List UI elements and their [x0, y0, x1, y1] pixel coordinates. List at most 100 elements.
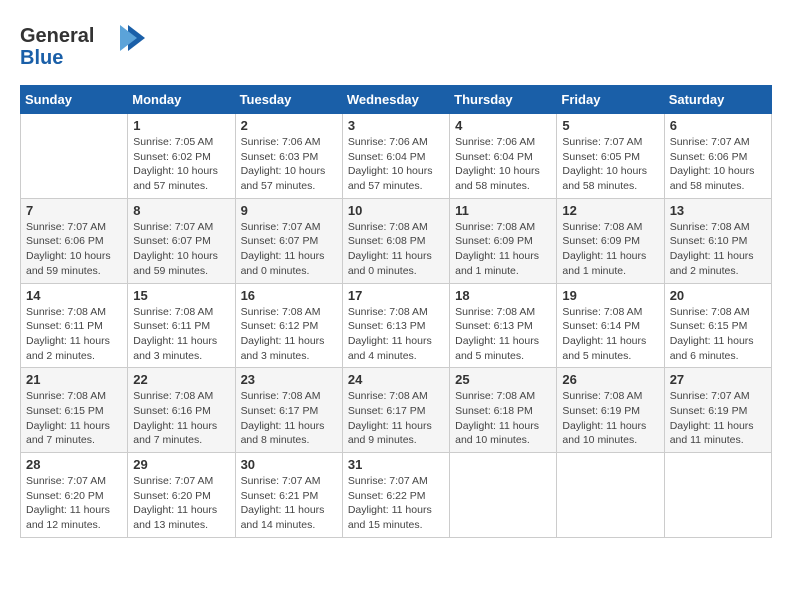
weekday-header-row: SundayMondayTuesdayWednesdayThursdayFrid…: [21, 86, 772, 114]
week-row-4: 21 Sunrise: 7:08 AMSunset: 6:15 PMDayligh…: [21, 368, 772, 453]
day-number: 5: [562, 118, 658, 133]
day-number: 19: [562, 288, 658, 303]
day-number: 6: [670, 118, 766, 133]
calendar-cell: 4 Sunrise: 7:06 AMSunset: 6:04 PMDaylight…: [450, 114, 557, 199]
calendar-cell: 19 Sunrise: 7:08 AMSunset: 6:14 PMDayligh…: [557, 283, 664, 368]
day-number: 14: [26, 288, 122, 303]
calendar-table: SundayMondayTuesdayWednesdayThursdayFrid…: [20, 85, 772, 538]
day-number: 28: [26, 457, 122, 472]
day-info: Sunrise: 7:08 AMSunset: 6:12 PMDaylight:…: [241, 305, 337, 364]
day-info: Sunrise: 7:06 AMSunset: 6:03 PMDaylight:…: [241, 135, 337, 194]
day-number: 25: [455, 372, 551, 387]
day-number: 22: [133, 372, 229, 387]
day-info: Sunrise: 7:07 AMSunset: 6:19 PMDaylight:…: [670, 389, 766, 448]
calendar-cell: [557, 453, 664, 538]
calendar-cell: 25 Sunrise: 7:08 AMSunset: 6:18 PMDayligh…: [450, 368, 557, 453]
day-number: 18: [455, 288, 551, 303]
day-number: 20: [670, 288, 766, 303]
calendar-cell: 14 Sunrise: 7:08 AMSunset: 6:11 PMDayligh…: [21, 283, 128, 368]
day-info: Sunrise: 7:08 AMSunset: 6:17 PMDaylight:…: [241, 389, 337, 448]
weekday-header-friday: Friday: [557, 86, 664, 114]
calendar-cell: [21, 114, 128, 199]
day-info: Sunrise: 7:08 AMSunset: 6:08 PMDaylight:…: [348, 220, 444, 279]
calendar-cell: 27 Sunrise: 7:07 AMSunset: 6:19 PMDayligh…: [664, 368, 771, 453]
day-info: Sunrise: 7:06 AMSunset: 6:04 PMDaylight:…: [455, 135, 551, 194]
week-row-3: 14 Sunrise: 7:08 AMSunset: 6:11 PMDayligh…: [21, 283, 772, 368]
day-number: 1: [133, 118, 229, 133]
day-info: Sunrise: 7:08 AMSunset: 6:15 PMDaylight:…: [26, 389, 122, 448]
day-info: Sunrise: 7:07 AMSunset: 6:05 PMDaylight:…: [562, 135, 658, 194]
day-number: 29: [133, 457, 229, 472]
logo: General Blue: [20, 20, 150, 75]
calendar-cell: 8 Sunrise: 7:07 AMSunset: 6:07 PMDaylight…: [128, 198, 235, 283]
day-number: 16: [241, 288, 337, 303]
day-number: 17: [348, 288, 444, 303]
day-info: Sunrise: 7:06 AMSunset: 6:04 PMDaylight:…: [348, 135, 444, 194]
calendar-cell: 26 Sunrise: 7:08 AMSunset: 6:19 PMDayligh…: [557, 368, 664, 453]
week-row-2: 7 Sunrise: 7:07 AMSunset: 6:06 PMDaylight…: [21, 198, 772, 283]
logo-text: General Blue: [20, 20, 150, 75]
calendar-cell: 12 Sunrise: 7:08 AMSunset: 6:09 PMDayligh…: [557, 198, 664, 283]
day-info: Sunrise: 7:08 AMSunset: 6:15 PMDaylight:…: [670, 305, 766, 364]
svg-text:General: General: [20, 25, 94, 47]
calendar-cell: 20 Sunrise: 7:08 AMSunset: 6:15 PMDayligh…: [664, 283, 771, 368]
weekday-header-sunday: Sunday: [21, 86, 128, 114]
day-info: Sunrise: 7:07 AMSunset: 6:06 PMDaylight:…: [26, 220, 122, 279]
day-number: 11: [455, 203, 551, 218]
day-info: Sunrise: 7:08 AMSunset: 6:17 PMDaylight:…: [348, 389, 444, 448]
day-number: 2: [241, 118, 337, 133]
calendar-cell: 7 Sunrise: 7:07 AMSunset: 6:06 PMDaylight…: [21, 198, 128, 283]
calendar-cell: [664, 453, 771, 538]
day-number: 4: [455, 118, 551, 133]
calendar-cell: 30Sunrise: 7:07 AMSunset: 6:21 PMDayligh…: [235, 453, 342, 538]
weekday-header-monday: Monday: [128, 86, 235, 114]
calendar-body: 1 Sunrise: 7:05 AMSunset: 6:02 PMDaylight…: [21, 114, 772, 538]
day-info: Sunrise: 7:08 AMSunset: 6:10 PMDaylight:…: [670, 220, 766, 279]
weekday-header-thursday: Thursday: [450, 86, 557, 114]
day-number: 26: [562, 372, 658, 387]
calendar-cell: 1 Sunrise: 7:05 AMSunset: 6:02 PMDaylight…: [128, 114, 235, 199]
day-info: Sunrise: 7:08 AMSunset: 6:19 PMDaylight:…: [562, 389, 658, 448]
day-info: Sunrise: 7:08 AMSunset: 6:14 PMDaylight:…: [562, 305, 658, 364]
day-number: 13: [670, 203, 766, 218]
day-info: Sunrise: 7:08 AMSunset: 6:11 PMDaylight:…: [26, 305, 122, 364]
day-number: 24: [348, 372, 444, 387]
day-number: 10: [348, 203, 444, 218]
calendar-cell: 21 Sunrise: 7:08 AMSunset: 6:15 PMDayligh…: [21, 368, 128, 453]
day-info: Sunrise: 7:07 AMSunset: 6:21 PMDaylight:…: [241, 474, 337, 533]
calendar-cell: 28Sunrise: 7:07 AMSunset: 6:20 PMDayligh…: [21, 453, 128, 538]
calendar-cell: 24 Sunrise: 7:08 AMSunset: 6:17 PMDayligh…: [342, 368, 449, 453]
calendar-cell: 6 Sunrise: 7:07 AMSunset: 6:06 PMDaylight…: [664, 114, 771, 199]
day-number: 15: [133, 288, 229, 303]
day-number: 31: [348, 457, 444, 472]
calendar-cell: 29Sunrise: 7:07 AMSunset: 6:20 PMDayligh…: [128, 453, 235, 538]
weekday-header-wednesday: Wednesday: [342, 86, 449, 114]
week-row-1: 1 Sunrise: 7:05 AMSunset: 6:02 PMDaylight…: [21, 114, 772, 199]
day-info: Sunrise: 7:07 AMSunset: 6:22 PMDaylight:…: [348, 474, 444, 533]
calendar-cell: 23 Sunrise: 7:08 AMSunset: 6:17 PMDayligh…: [235, 368, 342, 453]
day-info: Sunrise: 7:08 AMSunset: 6:09 PMDaylight:…: [562, 220, 658, 279]
calendar-cell: 11 Sunrise: 7:08 AMSunset: 6:09 PMDayligh…: [450, 198, 557, 283]
day-number: 27: [670, 372, 766, 387]
calendar-cell: 18 Sunrise: 7:08 AMSunset: 6:13 PMDayligh…: [450, 283, 557, 368]
weekday-header-tuesday: Tuesday: [235, 86, 342, 114]
calendar-cell: 5 Sunrise: 7:07 AMSunset: 6:05 PMDaylight…: [557, 114, 664, 199]
day-number: 23: [241, 372, 337, 387]
day-info: Sunrise: 7:07 AMSunset: 6:07 PMDaylight:…: [133, 220, 229, 279]
day-info: Sunrise: 7:08 AMSunset: 6:13 PMDaylight:…: [455, 305, 551, 364]
day-info: Sunrise: 7:05 AMSunset: 6:02 PMDaylight:…: [133, 135, 229, 194]
day-number: 8: [133, 203, 229, 218]
weekday-header-saturday: Saturday: [664, 86, 771, 114]
calendar-cell: 15Sunrise: 7:08 AMSunset: 6:11 PMDayligh…: [128, 283, 235, 368]
page-header: General Blue: [20, 20, 772, 75]
calendar-cell: 9Sunrise: 7:07 AMSunset: 6:07 PMDaylight…: [235, 198, 342, 283]
day-info: Sunrise: 7:07 AMSunset: 6:06 PMDaylight:…: [670, 135, 766, 194]
day-number: 12: [562, 203, 658, 218]
day-number: 7: [26, 203, 122, 218]
day-info: Sunrise: 7:08 AMSunset: 6:09 PMDaylight:…: [455, 220, 551, 279]
week-row-5: 28Sunrise: 7:07 AMSunset: 6:20 PMDayligh…: [21, 453, 772, 538]
day-info: Sunrise: 7:08 AMSunset: 6:18 PMDaylight:…: [455, 389, 551, 448]
day-info: Sunrise: 7:08 AMSunset: 6:16 PMDaylight:…: [133, 389, 229, 448]
day-number: 21: [26, 372, 122, 387]
day-number: 3: [348, 118, 444, 133]
